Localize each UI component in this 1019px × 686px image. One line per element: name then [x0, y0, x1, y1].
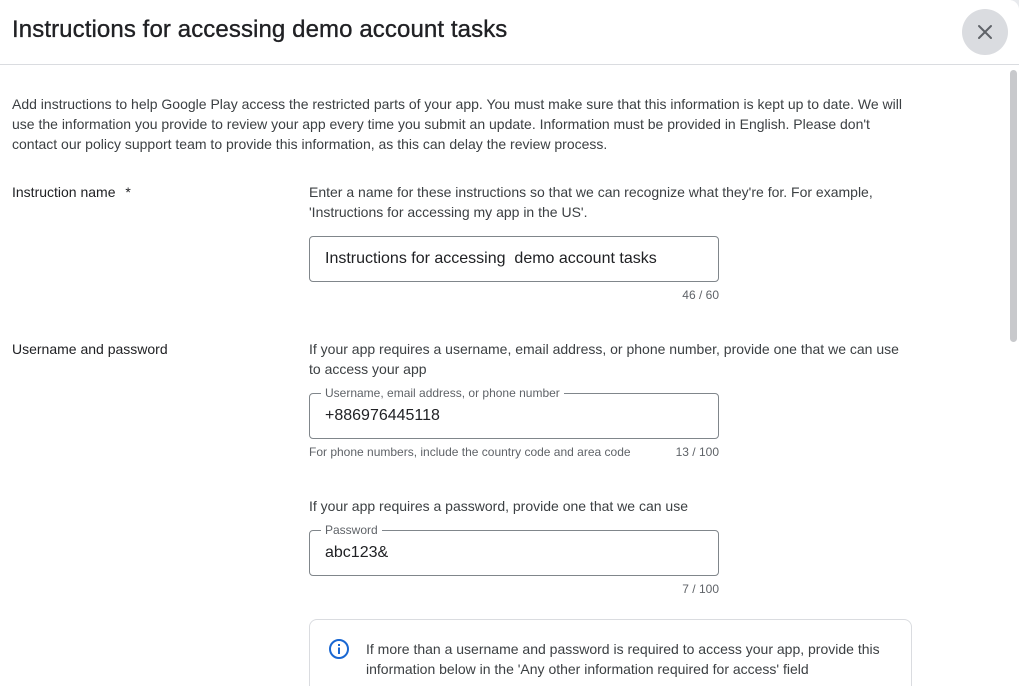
password-input[interactable] — [310, 531, 718, 575]
password-field[interactable]: Password — [309, 523, 719, 576]
username-counter: 13 / 100 — [675, 445, 719, 459]
scrollbar-thumb[interactable] — [1010, 70, 1017, 342]
instruction-name-label-text: Instruction name — [12, 184, 116, 200]
instruction-name-description: Enter a name for these instructions so t… — [309, 184, 873, 220]
instruction-name-counter: 46 / 60 — [682, 288, 719, 302]
demo-account-dialog: Instructions for accessing demo account … — [0, 0, 1019, 686]
username-input[interactable] — [310, 394, 718, 438]
required-mark: * — [125, 184, 131, 200]
username-hint: For phone numbers, include the country c… — [309, 445, 631, 459]
info-text: If more than a username and password is … — [366, 641, 880, 677]
dialog-title: Instructions for accessing demo account … — [12, 16, 508, 43]
username-description: If your app requires a username, email a… — [309, 341, 899, 377]
close-icon — [978, 25, 992, 39]
instruction-name-field[interactable] — [309, 236, 719, 282]
dialog-header: Instructions for accessing demo account … — [0, 0, 1019, 65]
dialog-body: Add instructions to help Google Play acc… — [0, 66, 1007, 686]
info-icon — [329, 639, 349, 659]
password-description: If your app requires a password, provide… — [309, 498, 688, 514]
info-callout: If more than a username and password is … — [309, 619, 912, 686]
username-field-label: Username, email address, or phone number — [321, 386, 564, 400]
password-counter: 7 / 100 — [682, 582, 719, 596]
intro-text: Add instructions to help Google Play acc… — [12, 96, 902, 152]
instruction-name-label: Instruction name * — [12, 184, 131, 200]
close-button[interactable] — [962, 9, 1008, 55]
username-field[interactable]: Username, email address, or phone number — [309, 386, 719, 439]
credentials-label: Username and password — [12, 341, 168, 357]
password-field-label: Password — [321, 523, 382, 537]
instruction-name-input[interactable] — [310, 237, 718, 281]
